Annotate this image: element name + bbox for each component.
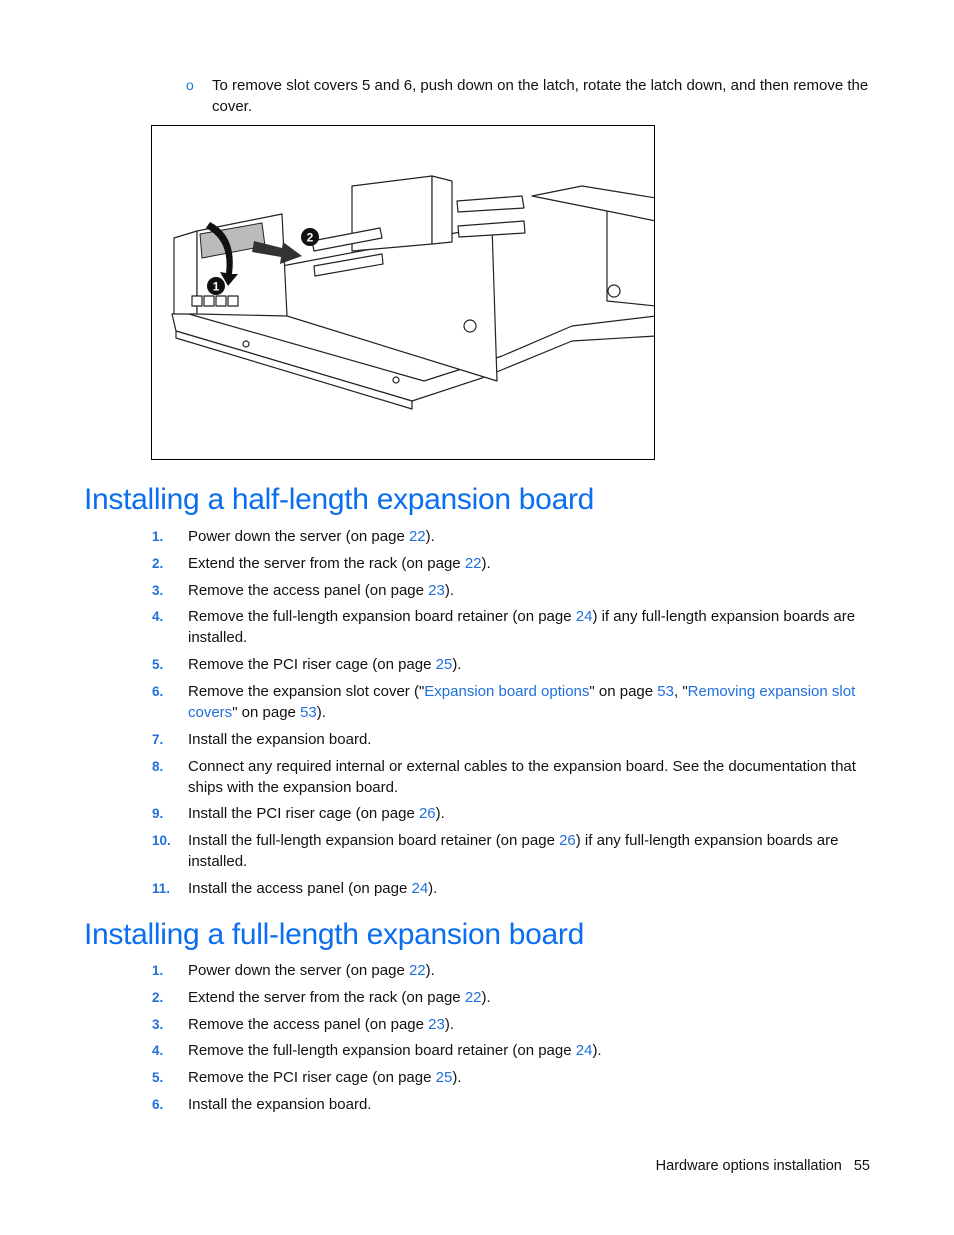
page-link[interactable]: 25: [436, 1069, 453, 1086]
step-text: " on page: [589, 682, 658, 700]
step-text: ).: [425, 528, 435, 545]
step-item: 6. Install the expansion board.: [152, 1094, 877, 1115]
step-text: ).: [444, 581, 455, 599]
svg-text:2: 2: [307, 231, 314, 245]
figure-riser-cage: 1 2: [151, 125, 655, 460]
step-text: Remove the full-length expansion board r…: [188, 608, 576, 626]
step-number: 8.: [152, 758, 164, 774]
step-text: ).: [481, 988, 491, 1006]
step-item: 5. Remove the PCI riser cage (on page 25)…: [152, 1067, 877, 1088]
step-text: Install the PCI riser cage (on page: [188, 805, 419, 823]
page-link[interactable]: 22: [465, 555, 482, 572]
step-number: 6.: [152, 1096, 164, 1112]
page-link[interactable]: 22: [409, 962, 426, 979]
step-item: 2. Extend the server from the rack (on pa…: [152, 553, 877, 574]
section-heading-full-length: Installing a full-length expansion board: [84, 918, 585, 951]
step-text: Install the expansion board.: [188, 1095, 372, 1113]
svg-text:1: 1: [213, 280, 220, 294]
step-number: 9.: [152, 806, 164, 822]
step-number: 4.: [152, 609, 164, 625]
step-number: 2.: [152, 989, 164, 1005]
step-number: 11.: [152, 880, 171, 896]
step-number: 3.: [152, 582, 164, 598]
step-item: 10. Install the full-length expansion boa…: [152, 830, 877, 872]
step-text: Extend the server from the rack (on page: [188, 988, 465, 1006]
step-item: 2. Extend the server from the rack (on pa…: [152, 987, 877, 1008]
step-item: 8. Connect any required internal or exter…: [152, 756, 877, 798]
riser-cage-illustration: 1 2: [171, 175, 654, 410]
step-item: 3. Remove the access panel (on page 23).: [152, 580, 877, 601]
step-text: Remove the PCI riser cage (on page: [188, 656, 436, 674]
step-item: 7. Install the expansion board.: [152, 729, 877, 750]
page-link[interactable]: 53: [300, 704, 317, 721]
page-link[interactable]: 25: [436, 656, 453, 673]
step-text: ).: [452, 1069, 462, 1087]
step-item: 9. Install the PCI riser cage (on page 26…: [152, 803, 877, 824]
page-number: 55: [853, 1158, 870, 1174]
step-item: 6. Remove the expansion slot cover ("Expa…: [152, 681, 877, 723]
step-text: Install the expansion board.: [188, 730, 372, 748]
footer-section-title: Hardware options installation: [655, 1158, 842, 1174]
page-link[interactable]: 22: [465, 989, 482, 1006]
page-link[interactable]: 23: [428, 582, 445, 599]
step-text: ).: [425, 962, 435, 979]
step-text: Connect any required internal or externa…: [188, 757, 856, 796]
page-link[interactable]: 23: [428, 1016, 445, 1033]
step-text: ).: [481, 554, 491, 572]
step-text: Power down the server (on page: [188, 962, 409, 979]
step-text: Remove the access panel (on page: [188, 1015, 429, 1033]
page-footer: Hardware options installation 55: [644, 1158, 870, 1174]
half-length-steps-list: 1. Power down the server (on page 22). 2. E…: [152, 526, 877, 905]
step-number: 10.: [152, 833, 171, 849]
step-text: Remove the PCI riser cage (on page: [188, 1069, 436, 1087]
callout-2-icon: 2: [301, 228, 319, 246]
callout-1-icon: 1: [207, 277, 225, 295]
page-link[interactable]: 24: [411, 880, 428, 897]
step-item: 5. Remove the PCI riser cage (on page 25)…: [152, 654, 877, 675]
document-page: o To remove slot covers 5 and 6, push do…: [0, 0, 954, 1235]
page-link[interactable]: Expansion board options: [424, 683, 589, 700]
step-text: ).: [592, 1042, 602, 1060]
step-item: 1. Power down the server (on page 22).: [152, 960, 877, 981]
page-link[interactable]: 22: [409, 528, 426, 545]
step-text: Remove the access panel (on page: [188, 581, 429, 599]
step-text: Remove the expansion slot cover (": [188, 682, 425, 700]
section-heading-half-length: Installing a half-length expansion board: [84, 483, 595, 516]
step-number: 2.: [152, 555, 164, 571]
page-link[interactable]: 24: [576, 608, 593, 625]
step-item: 3. Remove the access panel (on page 23).: [152, 1014, 877, 1035]
step-text: ).: [452, 656, 462, 674]
bullet-circle-icon: o: [186, 77, 194, 93]
step-text: " on page: [232, 703, 301, 721]
step-text: Install the full-length expansion board …: [188, 832, 560, 850]
step-text: ).: [444, 1015, 455, 1033]
step-number: 4.: [152, 1043, 164, 1059]
step-item: 1. Power down the server (on page 22).: [152, 526, 877, 547]
rear-cage: [531, 185, 654, 307]
page-link[interactable]: 53: [657, 683, 674, 700]
step-number: 6.: [152, 683, 164, 699]
step-number: 5.: [152, 657, 164, 673]
page-link[interactable]: 26: [559, 832, 576, 849]
step-text: ).: [316, 703, 326, 721]
step-text: ).: [428, 879, 438, 897]
step-text: Install the access panel (on page: [188, 879, 412, 897]
page-link[interactable]: 24: [576, 1042, 593, 1059]
page-link[interactable]: 26: [419, 805, 436, 822]
step-text: Remove the full-length expansion board r…: [188, 1042, 576, 1060]
step-item: 11. Install the access panel (on page 24)…: [152, 878, 877, 899]
bullet-text: To remove slot covers 5 and 6, push down…: [212, 77, 869, 115]
step-number: 1.: [152, 529, 164, 544]
step-number: 5.: [152, 1070, 164, 1086]
step-number: 3.: [152, 1016, 164, 1032]
step-text: ).: [435, 805, 445, 823]
step-number: 1.: [152, 963, 164, 978]
step-text: Power down the server (on page: [188, 528, 409, 545]
step-item: 4. Remove the full-length expansion board…: [152, 606, 877, 648]
step-text: , ": [673, 682, 688, 700]
step-text: Extend the server from the rack (on page: [188, 554, 465, 572]
step-item: 4. Remove the full-length expansion board…: [152, 1040, 877, 1061]
full-length-steps-list: 1. Power down the server (on page 22). 2. E…: [152, 960, 877, 1121]
step-number: 7.: [152, 731, 164, 747]
